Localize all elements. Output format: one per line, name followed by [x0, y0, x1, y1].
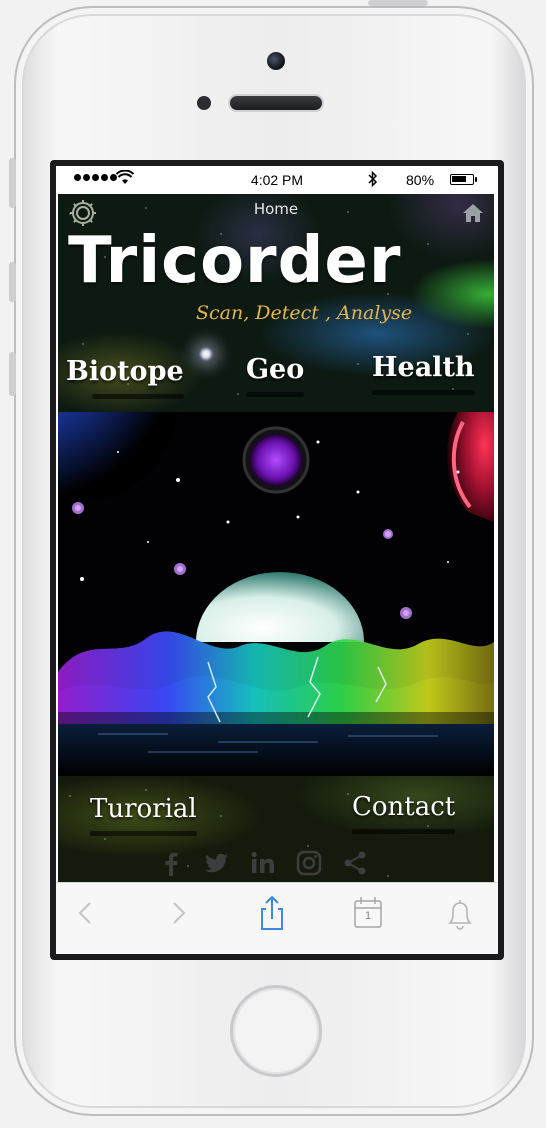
contact-label: Contact [352, 792, 456, 822]
twitter-icon[interactable] [204, 850, 230, 876]
home-button[interactable] [230, 985, 322, 1077]
bright-star [198, 346, 214, 362]
bell-icon[interactable] [440, 893, 480, 933]
back-arrow-icon[interactable] [66, 893, 106, 933]
bluetooth-icon [368, 170, 378, 188]
mute-switch [9, 158, 16, 208]
calendar-day: 1 [364, 910, 372, 922]
status-bar: 4:02 PM 80% [56, 166, 498, 194]
browser-toolbar: 1 [56, 882, 498, 954]
nav-geo-label: Geo [246, 354, 305, 385]
tutorial-label: Turorial [90, 794, 197, 824]
screen: 4:02 PM 80% Home Tricorder Scan, Detect … [56, 166, 498, 954]
forward-arrow-icon[interactable] [158, 893, 198, 933]
nav-geo-button[interactable]: Geo [246, 354, 305, 397]
calendar-button[interactable]: 1 [348, 893, 388, 933]
front-camera [267, 52, 285, 70]
earpiece-speaker [230, 96, 322, 110]
app-content: Home Tricorder Scan, Detect , Analyse Bi… [58, 194, 494, 882]
battery-percentage: 80% [406, 172, 435, 188]
space-artwork [58, 412, 494, 776]
tutorial-button[interactable]: Turorial [90, 794, 197, 836]
instagram-icon[interactable] [296, 850, 322, 876]
volume-down-button [9, 352, 16, 396]
facebook-icon[interactable] [158, 850, 184, 876]
nav-biotope-label: Biotope [66, 356, 184, 387]
nav-health-label: Health [372, 352, 475, 383]
home-link[interactable]: Home [58, 200, 494, 218]
nav-health-button[interactable]: Health [372, 352, 475, 395]
power-button [368, 0, 428, 6]
share-upload-icon[interactable] [252, 893, 292, 933]
share-icon[interactable] [342, 850, 368, 876]
app-tagline: Scan, Detect , Analyse [196, 302, 413, 324]
battery-icon [450, 174, 477, 185]
proximity-sensor [197, 96, 211, 110]
social-links [158, 850, 368, 876]
home-icon[interactable] [462, 202, 484, 224]
linkedin-icon[interactable] [250, 850, 276, 876]
nav-biotope-button[interactable]: Biotope [66, 356, 184, 399]
volume-up-button [9, 262, 16, 302]
contact-button[interactable]: Contact [352, 792, 456, 834]
app-title: Tricorder [68, 224, 402, 298]
